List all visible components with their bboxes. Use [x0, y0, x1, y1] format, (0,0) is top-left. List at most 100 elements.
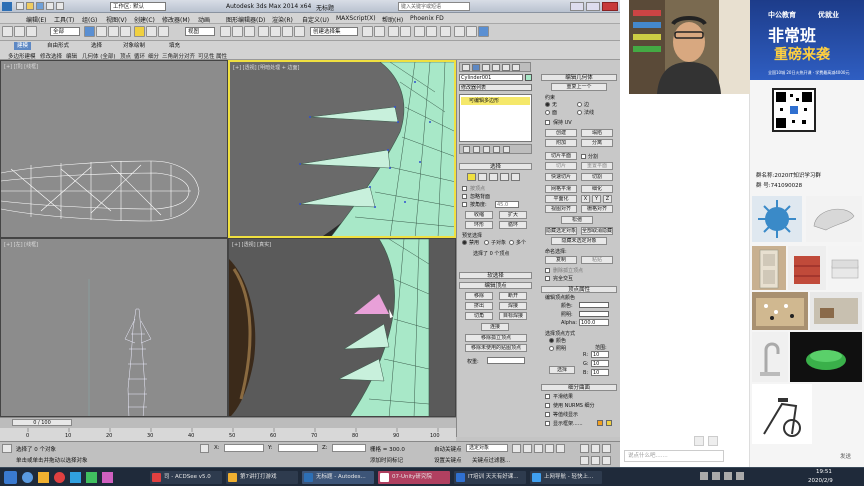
- configure-sets-icon[interactable]: [503, 146, 510, 153]
- app-icon[interactable]: [54, 472, 65, 483]
- menu-group[interactable]: 组(G): [82, 15, 97, 24]
- named-selection-combo[interactable]: 创建选择集: [310, 27, 358, 36]
- task-lesson[interactable]: 第7讲打打游戏: [226, 471, 298, 484]
- thumb-faucet-model[interactable]: [752, 332, 788, 382]
- new-file-icon[interactable]: [16, 2, 24, 10]
- maximize-button[interactable]: [586, 2, 600, 11]
- chat-send-label[interactable]: 发送: [840, 452, 851, 460]
- cage-selected-color-swatch[interactable]: [606, 420, 612, 426]
- percent-snap-icon[interactable]: [282, 26, 293, 37]
- selection-filter-combo[interactable]: 全部: [50, 27, 80, 36]
- layer-manager-icon[interactable]: [388, 26, 399, 37]
- subdivision-rollout-header[interactable]: 细分曲面: [541, 384, 617, 391]
- add-time-tag[interactable]: 添加时间标记: [370, 456, 403, 464]
- object-name-field[interactable]: Cylinder001: [459, 74, 523, 81]
- display-tab-icon[interactable]: [502, 64, 510, 71]
- thumb-door-model[interactable]: [752, 246, 786, 290]
- ribbon-geometry-all[interactable]: 几何体 (全部): [82, 52, 116, 60]
- undo-toolbar-icon[interactable]: [2, 26, 13, 37]
- soft-selection-rollout-header[interactable]: 软选择: [459, 272, 532, 279]
- mirror-icon[interactable]: [362, 26, 373, 37]
- curve-editor-icon[interactable]: [414, 26, 425, 37]
- key-filters-button[interactable]: 关键点过滤器...: [472, 456, 510, 464]
- menu-help[interactable]: 帮助(H): [382, 15, 403, 24]
- promo-banner[interactable]: 中公教育 优就业 非常班 重磅来袭 全国10城 20日火热开课 · 学费最高减4…: [750, 0, 864, 80]
- shrink-button[interactable]: 收缩: [465, 211, 493, 219]
- render-frame-icon[interactable]: [466, 26, 477, 37]
- selected-object-dropdown[interactable]: 选定对象: [466, 444, 508, 452]
- viewport-label[interactable]: [+] [顶] [线框]: [4, 63, 38, 70]
- attach-button[interactable]: 附加: [545, 139, 577, 147]
- next-frame-icon[interactable]: [545, 444, 554, 453]
- viewport-label[interactable]: [+] [透视] [明暗处理 + 边面]: [233, 64, 299, 71]
- cut-button[interactable]: 切割: [581, 173, 613, 181]
- unhide-all-button[interactable]: 全部取消隐藏: [581, 227, 613, 235]
- planarize-y-button[interactable]: Y: [592, 195, 601, 203]
- align-icon[interactable]: [374, 26, 385, 37]
- spinner-snap-icon[interactable]: [294, 26, 305, 37]
- tab-populate[interactable]: 填充: [166, 42, 183, 50]
- weight-field[interactable]: [487, 357, 525, 364]
- tray-icon[interactable]: [700, 472, 708, 480]
- go-to-start-icon[interactable]: [512, 444, 521, 453]
- maximize-viewport-icon[interactable]: [602, 456, 611, 465]
- thumb-room-model[interactable]: [810, 292, 862, 330]
- tab-object-paint[interactable]: 对象绘制: [120, 42, 148, 50]
- loop-button[interactable]: 循环: [499, 221, 527, 229]
- border-mode-icon[interactable]: [489, 173, 498, 181]
- save-file-icon[interactable]: [36, 2, 44, 10]
- time-slider[interactable]: 0 / 100: [12, 419, 72, 426]
- viewport-perspective-main[interactable]: [+] [透视] [明暗处理 + 边面]: [228, 60, 456, 238]
- preview-subobject-radio[interactable]: [484, 240, 489, 245]
- maxscript-listener-icon[interactable]: [2, 444, 12, 453]
- volume-icon[interactable]: [736, 472, 744, 480]
- tessellate-button[interactable]: 细化: [581, 185, 613, 193]
- thumb-bike-model[interactable]: [752, 384, 812, 444]
- chamfer-button[interactable]: 切角: [465, 312, 493, 320]
- reference-coord-combo[interactable]: 视图: [185, 27, 215, 36]
- reset-plane-button[interactable]: 重置平面: [581, 162, 613, 170]
- task-unity[interactable]: 07-Unity研究院: [378, 471, 450, 484]
- task-3dsmax[interactable]: 无标题 - Autodes...: [302, 471, 374, 484]
- planarize-z-button[interactable]: Z: [603, 195, 612, 203]
- browser-icon[interactable]: [22, 472, 33, 483]
- hide-unselected-button[interactable]: 隐藏未选定对象: [551, 237, 607, 245]
- element-mode-icon[interactable]: [511, 173, 520, 181]
- task-it-training[interactable]: IT培训 天天有好课...: [454, 471, 526, 484]
- viewport-left[interactable]: [+] [左] [线框]: [0, 238, 228, 417]
- range-b-field[interactable]: 10: [591, 369, 609, 376]
- thumb-chair-model[interactable]: [806, 196, 862, 242]
- y-coord-field[interactable]: [278, 444, 318, 452]
- constraint-face-radio[interactable]: [545, 110, 550, 115]
- explorer-icon[interactable]: [38, 472, 49, 483]
- lock-selection-icon[interactable]: [200, 444, 209, 453]
- menu-edit[interactable]: 编辑(E): [26, 15, 46, 24]
- tray-icon[interactable]: [712, 472, 720, 480]
- ribbon-triangulation[interactable]: 三角剖分: [162, 52, 184, 60]
- undo-icon[interactable]: [46, 2, 54, 10]
- by-vertex-checkbox[interactable]: [462, 186, 467, 191]
- network-icon[interactable]: [724, 472, 732, 480]
- ignore-backfacing-checkbox[interactable]: [462, 194, 467, 199]
- thumb-dresser-model[interactable]: [788, 246, 826, 290]
- rect-region-icon[interactable]: [108, 26, 119, 37]
- repeat-last-button[interactable]: 重复上一个: [551, 83, 607, 91]
- menu-modifiers[interactable]: 修改器(M): [162, 15, 190, 24]
- target-weld-button[interactable]: 目标焊接: [499, 312, 527, 320]
- schematic-icon[interactable]: [426, 26, 437, 37]
- viewport-perspective-realistic[interactable]: [+] [透视] [真实]: [228, 238, 456, 417]
- polygon-mode-icon[interactable]: [500, 173, 509, 181]
- viewport-top[interactable]: [+] [顶] [线框]: [0, 60, 228, 238]
- select-by-illum-radio[interactable]: [549, 346, 554, 351]
- ribbon-edit[interactable]: 编辑: [66, 52, 77, 60]
- planarize-button[interactable]: 平面化: [545, 195, 577, 203]
- track-bar[interactable]: 0 10 20 30 40 50 60 70 80 90 100: [0, 428, 456, 442]
- close-button[interactable]: [602, 2, 618, 11]
- open-file-icon[interactable]: [26, 2, 34, 10]
- planarize-x-button[interactable]: X: [581, 195, 590, 203]
- isoline-display-checkbox[interactable]: [545, 412, 550, 417]
- hierarchy-tab-icon[interactable]: [482, 64, 490, 71]
- ribbon-properties[interactable]: 属性: [216, 52, 227, 60]
- ring-button[interactable]: 环形: [465, 221, 493, 229]
- material-editor-icon[interactable]: [440, 26, 451, 37]
